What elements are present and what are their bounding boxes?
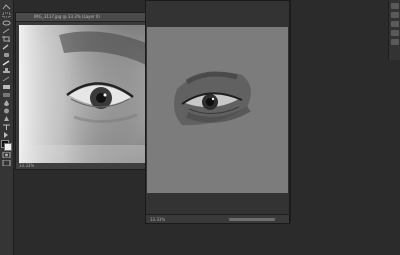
quick-mask-icon[interactable]: [2, 152, 11, 158]
crop-icon[interactable]: [2, 36, 11, 42]
zoom-level: 33.33%: [19, 163, 35, 168]
painting-zoom-level: 33.33%: [150, 217, 166, 222]
painting-document-window[interactable]: 33.33%: [145, 0, 290, 224]
path-select-icon[interactable]: [2, 132, 11, 138]
marquee-icon[interactable]: [2, 12, 11, 18]
blur-icon[interactable]: [2, 100, 11, 106]
panel-icon[interactable]: [391, 12, 399, 18]
history-brush-icon[interactable]: [2, 76, 11, 82]
eye-photo: [19, 25, 146, 165]
dodge-icon[interactable]: [2, 108, 11, 114]
eye-painting: [173, 71, 251, 126]
lasso-icon[interactable]: [2, 20, 11, 26]
panel-icon[interactable]: [391, 21, 399, 27]
tools-panel: [0, 0, 14, 255]
painting-canvas[interactable]: [147, 27, 288, 193]
clone-stamp-icon[interactable]: [2, 68, 11, 74]
eyedropper-icon[interactable]: [2, 44, 11, 50]
gradient-icon[interactable]: [2, 92, 11, 98]
panel-icon[interactable]: [391, 3, 399, 9]
type-icon[interactable]: [2, 124, 11, 130]
horizontal-scrollbar[interactable]: [229, 218, 275, 221]
eraser-icon[interactable]: [2, 84, 11, 90]
reference-photo-canvas[interactable]: [19, 25, 146, 165]
document-title-bar[interactable]: IMG_3117.jpg @ 33.3% (Layer 0): [16, 13, 146, 22]
brush-icon[interactable]: [2, 60, 11, 66]
collapsed-panels: [388, 0, 400, 60]
document-status-bar: 33.33%: [16, 163, 146, 169]
panel-icon[interactable]: [391, 39, 399, 45]
background-color-swatch[interactable]: [4, 143, 12, 151]
panel-icon[interactable]: [391, 30, 399, 36]
magic-wand-icon[interactable]: [2, 28, 11, 34]
document-title: IMG_3117.jpg @ 33.3% (Layer 0): [34, 14, 100, 19]
screen-mode-icon[interactable]: [2, 160, 11, 166]
pen-icon[interactable]: [2, 116, 11, 122]
move-icon[interactable]: [2, 4, 11, 10]
vertical-scrollbar[interactable]: [290, 0, 291, 222]
healing-icon[interactable]: [2, 52, 11, 58]
reference-document-window[interactable]: IMG_3117.jpg @ 33.3% (Layer 0) 33.33%: [15, 12, 147, 170]
